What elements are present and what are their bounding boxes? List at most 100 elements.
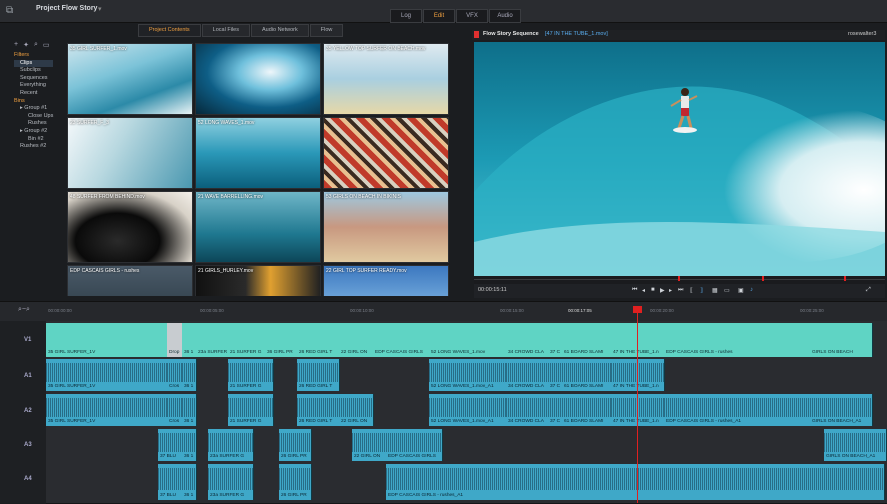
timeline-clip[interactable]: 34 CROWD CLA	[506, 323, 549, 357]
track-label-a3[interactable]: A3	[24, 442, 32, 448]
audio-clip[interactable]: 52 LONG WAVES_1.mov_A1	[429, 394, 507, 426]
track-label-a4[interactable]: A4	[24, 476, 32, 482]
timeline-clip[interactable]: 26 RED GIRL T	[297, 323, 340, 357]
clip-thumbnail[interactable]: 22 GIRL TOP SURFER READY.mov	[323, 265, 449, 296]
audio-clip[interactable]: 61 BOARD SLAMI	[562, 394, 612, 426]
bin-item[interactable]: Rushes	[14, 120, 53, 128]
clip-thumbnail[interactable]: 52 LONG WAVES_1.mov	[195, 117, 321, 189]
go-to-end-icon[interactable]: ⏭	[678, 287, 683, 294]
bin-item[interactable]: Bin #2	[14, 136, 53, 144]
audio-clip[interactable]: 26 RED GIRL T	[297, 394, 340, 426]
audio-clip[interactable]: EDP CASCAIS GIRLS - rushes_A1	[386, 464, 885, 500]
audio-clip[interactable]: 23a SURFER G	[208, 429, 254, 461]
filter-everything[interactable]: Everything	[14, 82, 53, 90]
timeline-clip[interactable]: 61 BOARD SLAMI	[562, 323, 612, 357]
timeline-clip[interactable]: 37 C	[548, 323, 563, 357]
filter-subclips[interactable]: Subclips	[14, 67, 53, 75]
scrubber-marker[interactable]	[678, 276, 680, 281]
timeline-clip[interactable]: GIRLS ON BEACH	[810, 323, 873, 357]
audio-clip[interactable]: 36 1	[182, 394, 197, 426]
bin-item[interactable]: ▸ Group #2	[14, 128, 53, 136]
clip-thumbnail[interactable]: 21 WAVE BARRELLING.mov	[195, 191, 321, 263]
tab-audio-network[interactable]: Audio Network	[250, 24, 309, 37]
audio-clip[interactable]: 47 IN THE TUBE_1.n	[611, 359, 665, 391]
tab-log[interactable]: Log	[390, 9, 422, 23]
timeline-ruler[interactable]: 00:00:00:00 00:00:05:00 00:00:10:00 00:0…	[46, 306, 886, 320]
bin-item[interactable]: Close Ups	[14, 113, 53, 121]
audio-clip[interactable]: 37 C	[548, 359, 563, 391]
audio-clip[interactable]: 34 CROWD CLA	[506, 359, 549, 391]
stop-icon[interactable]: ■	[651, 287, 655, 293]
audio-clip[interactable]: 26 RED GIRL T	[297, 359, 340, 391]
audio-clip[interactable]: 37 BLU	[158, 429, 183, 461]
search-icon[interactable]: ⌕	[34, 41, 38, 49]
audio-clip[interactable]: 35 GIRL SURFER_1V	[46, 359, 168, 391]
step-back-icon[interactable]: ◂	[642, 287, 645, 294]
filters-header[interactable]: Filters	[14, 52, 53, 60]
audio-clip[interactable]: Cros	[167, 394, 183, 426]
app-menu-icon[interactable]: ⧉	[6, 5, 20, 16]
clip-thumbnail[interactable]: 35 GIRL SURFER_1.mov	[67, 43, 193, 115]
mark-in-icon[interactable]: ⟦	[690, 287, 693, 294]
overlay-icon[interactable]: ▣	[738, 287, 744, 294]
bins-header[interactable]: Bins	[14, 98, 53, 106]
tab-edit[interactable]: Edit	[423, 9, 455, 23]
track-label-a1[interactable]: A1	[24, 373, 32, 379]
clip-thumbnail[interactable]: 53 GIRLS ON BEACH IN BIKINIS	[323, 191, 449, 263]
audio-clip[interactable]: EDP CASCAIS GIRLS - rushes_A1	[664, 394, 811, 426]
tab-audio[interactable]: Audio	[489, 9, 521, 23]
timeline-clip[interactable]: Drop	[167, 323, 183, 357]
bin-item[interactable]: Rushes #2	[14, 143, 53, 151]
clip-thumbnail[interactable]: EDP CASCAIS GIRLS - rushes	[67, 265, 193, 296]
scrubber-marker[interactable]	[844, 276, 846, 281]
zoom-icon[interactable]: ⌕−⌕	[18, 306, 30, 314]
timeline-clip[interactable]: 35 GIRL SURFER_1V	[46, 323, 168, 357]
filter-recent[interactable]: Recent	[14, 90, 53, 98]
play-icon[interactable]: ▶	[660, 287, 665, 294]
audio-clip[interactable]: 61 BOARD SLAMI	[562, 359, 612, 391]
audio-clip[interactable]: 36 1	[182, 464, 197, 500]
track-label-a2[interactable]: A2	[24, 408, 32, 414]
timeline-clip[interactable]: 22 GIRL ON	[339, 323, 374, 357]
tab-local-files[interactable]: Local Files	[201, 24, 250, 37]
clip-thumbnail[interactable]: 21 GIRLS_HURLEY.mov	[195, 265, 321, 296]
audio-clip[interactable]: 22 GIRL ON	[339, 394, 374, 426]
tab-project-contents[interactable]: Project Contents	[138, 24, 201, 37]
clip-thumbnail[interactable]	[323, 117, 449, 189]
audio-clip[interactable]: 34 CROWD CLA	[506, 394, 549, 426]
playhead[interactable]	[637, 306, 638, 503]
audio-clip[interactable]: 47 IN THE TUBE_1.n	[611, 394, 665, 426]
audio-clip[interactable]: 21 SURFER G	[228, 359, 274, 391]
fullscreen-icon[interactable]: ⤢	[866, 287, 871, 294]
safe-area-icon[interactable]: ▭	[724, 287, 730, 294]
timeline-clip[interactable]: 47 IN THE TUBE_1.n	[611, 323, 665, 357]
filter-clips[interactable]: Clips	[14, 59, 54, 68]
view-toggle-icon[interactable]: ▭	[43, 41, 50, 49]
audio-clip[interactable]: Cros	[167, 359, 183, 391]
tab-vfx[interactable]: VFX	[456, 9, 488, 23]
scrubber-marker[interactable]	[762, 276, 764, 281]
clip-thumbnail[interactable]: 23 SURFER_F_3	[67, 117, 193, 189]
step-forward-icon[interactable]: ▸	[669, 287, 672, 294]
bin-item[interactable]: ▸ Group #1	[14, 105, 53, 113]
timeline-clip[interactable]: 23a SURFER	[196, 323, 229, 357]
audio-clip[interactable]: 36 1	[182, 429, 197, 461]
audio-clip[interactable]: GIRLS ON BEACH_A1	[824, 429, 887, 461]
timeline-clip[interactable]: 36 GIRL PR	[265, 323, 298, 357]
audio-clip[interactable]: 26 GIRL PR	[279, 429, 312, 461]
clip-thumbnail[interactable]	[195, 43, 321, 115]
project-title[interactable]: Project Flow Story	[36, 5, 97, 12]
audio-clip[interactable]: 52 LONG WAVES_1.mov_A1	[429, 359, 507, 391]
chevron-down-icon[interactable]: ▾	[98, 5, 102, 13]
go-to-start-icon[interactable]: ⏮	[632, 287, 637, 294]
audio-clip[interactable]: 21 SURFER G	[228, 394, 274, 426]
viewer-timecode[interactable]: 00:00:15:11	[478, 287, 507, 293]
video-viewer[interactable]	[474, 42, 885, 276]
track-label-v1[interactable]: V1	[24, 337, 31, 343]
timeline-clip[interactable]: 52 LONG WAVES_1.mov	[429, 323, 507, 357]
audio-clip[interactable]: 23a SURFER G	[208, 464, 254, 500]
mark-out-icon[interactable]: ⟧	[700, 287, 703, 294]
audio-clip[interactable]: 37 C	[548, 394, 563, 426]
grid-icon[interactable]: ▦	[712, 287, 718, 294]
tab-flow[interactable]: Flow	[309, 24, 344, 37]
